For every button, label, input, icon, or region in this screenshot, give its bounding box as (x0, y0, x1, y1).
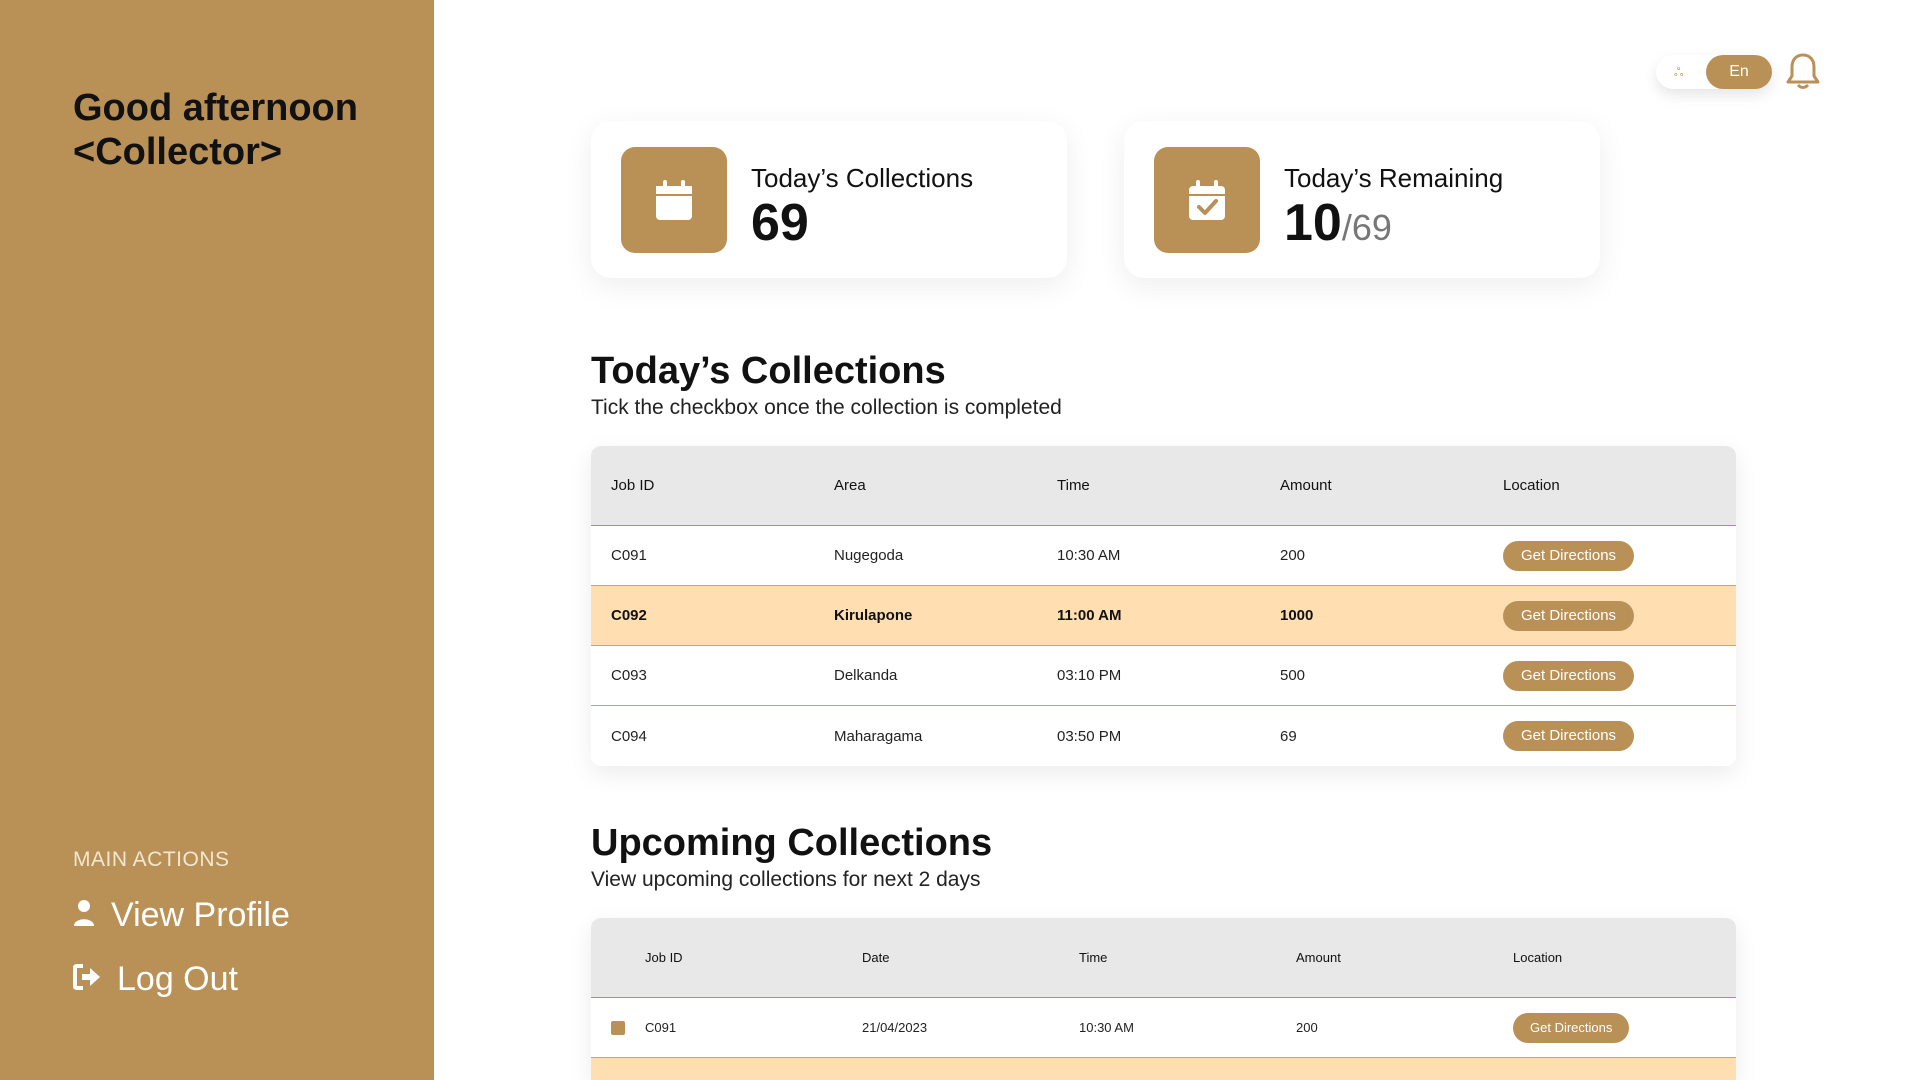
table-row[interactable]: C091 21/04/2023 10:30 AM 200 Get Directi… (591, 998, 1736, 1058)
todays-collections-title: Today’s Collections (591, 350, 946, 392)
column-header: Amount (1296, 950, 1341, 965)
area: Maharagama (834, 727, 923, 745)
calendar-check-icon (1154, 147, 1260, 253)
amount: 1000 (1280, 607, 1314, 624)
column-header: Location (1503, 477, 1560, 494)
stat-value: 10/69 (1284, 193, 1392, 253)
time: 10:30 AM (1057, 547, 1121, 564)
user-icon (73, 898, 95, 933)
table-header: Job ID Date Time Amount Location (591, 918, 1736, 998)
upcoming-collections-subtitle: View upcoming collections for next 2 day… (591, 868, 981, 891)
column-header: Job ID (611, 477, 655, 494)
todays-collections-table: Job ID Area Time Amount Location C091 Nu… (591, 446, 1736, 766)
job-id: C092 (611, 607, 647, 624)
stat-total: /69 (1341, 207, 1392, 248)
amount: 69 (1280, 727, 1297, 745)
language-option-active[interactable]: En (1706, 55, 1772, 89)
time: 11:00 AM (1057, 607, 1122, 624)
location-cell: Get Directions (1503, 600, 1726, 631)
location-cell: Get Directions (1503, 721, 1726, 751)
view-profile-button[interactable]: View Profile (73, 896, 290, 935)
stat-number: 10 (1284, 194, 1342, 252)
column-header: Amount (1280, 477, 1332, 494)
date: 21/04/2023 (862, 1020, 928, 1035)
job-id: C093 (611, 667, 647, 684)
amount: 200 (1296, 1020, 1318, 1035)
job-id: C091 (611, 547, 647, 564)
column-header: Time (1057, 477, 1090, 494)
greeting-line-1: Good afternoon (73, 87, 358, 129)
upcoming-collections-table: Job ID Date Time Amount Location C091 21… (591, 918, 1736, 1080)
area: Delkanda (834, 667, 898, 684)
stat-card-todays-collections: Today’s Collections 69 (591, 121, 1067, 278)
job-id: C094 (611, 727, 647, 745)
table-row[interactable]: C093 Delkanda 03:10 PM 500 Get Direction… (591, 646, 1736, 706)
area: Nugegoda (834, 547, 904, 564)
table-row[interactable]: C092 Kirulapone 11:00 AM 1000 Get Direct… (591, 586, 1736, 646)
area: Kirulapone (834, 607, 913, 624)
amount: 200 (1280, 547, 1306, 564)
amount: 500 (1280, 667, 1306, 684)
checkbox-cell (591, 1020, 645, 1035)
stat-title: Today’s Remaining (1284, 163, 1504, 193)
app: Good afternoon <Collector> MAIN ACTIONS … (0, 0, 1920, 1080)
time: 03:10 PM (1057, 667, 1122, 684)
time: 03:50 PM (1057, 727, 1122, 745)
calendar-icon (621, 147, 727, 253)
log-out-button[interactable]: Log Out (73, 960, 238, 999)
table-row[interactable] (591, 1058, 1736, 1080)
stat-card-todays-remaining: Today’s Remaining 10/69 (1124, 121, 1600, 278)
log-out-label: Log Out (117, 960, 238, 998)
column-header: Job ID (645, 950, 683, 965)
language-option-alt[interactable]: ஃ (1674, 65, 1683, 81)
stat-number: 69 (751, 194, 809, 252)
get-directions-button[interactable]: Get Directions (1503, 600, 1635, 631)
table-row[interactable]: C091 Nugegoda 10:30 AM 200 Get Direction… (591, 526, 1736, 586)
table-header: Job ID Area Time Amount Location (591, 446, 1736, 526)
column-header: Location (1513, 950, 1563, 965)
column-header: Time (1079, 950, 1108, 965)
get-directions-button[interactable]: Get Directions (1503, 660, 1635, 691)
time: 10:30 AM (1079, 1020, 1134, 1035)
get-directions-button[interactable]: Get Directions (1503, 721, 1635, 751)
view-profile-label: View Profile (111, 896, 290, 934)
get-directions-button[interactable]: Get Directions (1513, 1012, 1630, 1043)
language-toggle[interactable]: ஃ En (1656, 55, 1772, 89)
table-row[interactable]: C094 Maharagama 03:50 PM 69 Get Directio… (591, 706, 1736, 766)
get-directions-button[interactable]: Get Directions (1503, 540, 1635, 571)
completion-checkbox[interactable] (611, 1020, 625, 1035)
stat-value: 69 (751, 193, 809, 253)
column-header: Date (862, 950, 890, 965)
job-id: C091 (645, 1020, 677, 1035)
greeting-line-2: <Collector> (73, 131, 283, 173)
logout-icon (73, 963, 101, 996)
main-actions-heading: MAIN ACTIONS (73, 848, 230, 871)
location-cell: Get Directions (1503, 660, 1726, 691)
sidebar: Good afternoon <Collector> MAIN ACTIONS … (0, 0, 434, 1080)
stat-title: Today’s Collections (751, 163, 974, 193)
todays-collections-subtitle: Tick the checkbox once the collection is… (591, 396, 1062, 419)
upcoming-collections-title: Upcoming Collections (591, 822, 993, 864)
location-cell: Get Directions (1513, 1012, 1730, 1043)
location-cell: Get Directions (1503, 540, 1726, 571)
greeting: Good afternoon <Collector> (73, 86, 358, 174)
column-header: Area (834, 477, 866, 494)
bell-icon[interactable] (1786, 52, 1820, 95)
